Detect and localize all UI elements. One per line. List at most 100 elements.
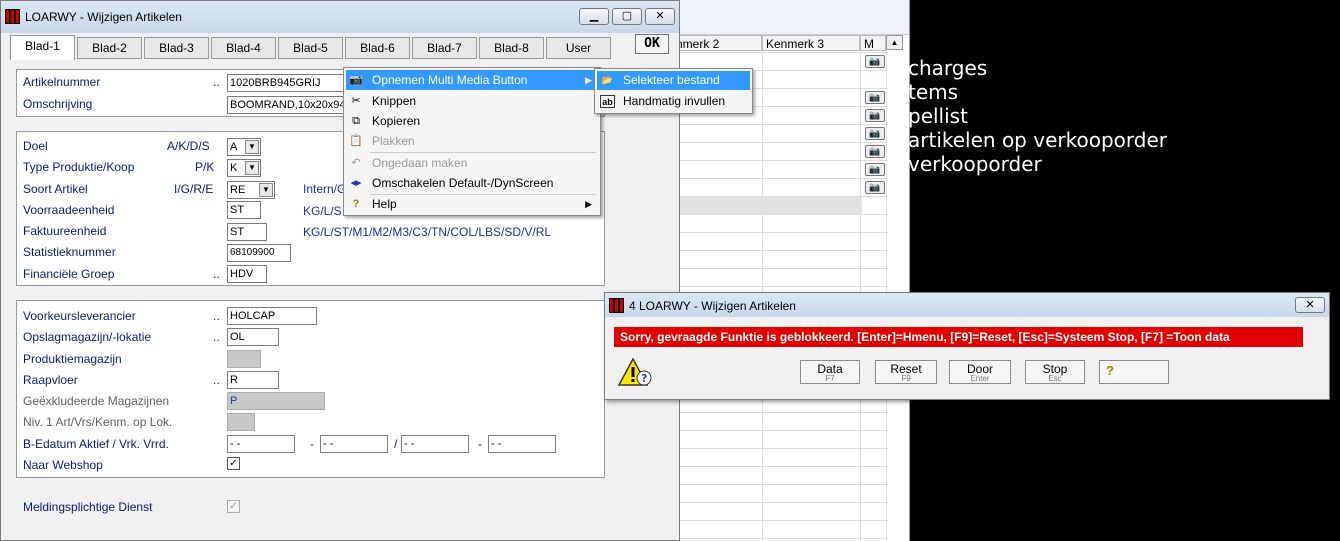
voorraad-label: Voorraadeenheid	[23, 203, 115, 217]
opslagmagazijn-field[interactable]: OL	[227, 328, 279, 346]
button-shortcut: F9	[901, 374, 911, 383]
column-header-kenmerk3[interactable]: Kenmerk 3	[762, 35, 860, 51]
statistiek-field[interactable]: 68109900	[227, 244, 291, 262]
geexcludeerde-label: Geëxkludeerde Magazijnen	[23, 394, 170, 408]
menu-item-kopieren[interactable]: ⧉ Kopieren	[346, 111, 598, 131]
menu-item-label: Knippen	[372, 94, 417, 108]
omschrijving-field[interactable]: BOOMRAND,10x20x94	[227, 96, 347, 114]
dialog-close-button[interactable]: ✕	[1295, 297, 1325, 313]
title-bar[interactable]: LOARWY - Wijzigen Artikelen ▁ ▢ ✕	[1, 1, 679, 33]
lookup-dots[interactable]: ..	[213, 330, 220, 344]
submenu-item-handmatig-invullen[interactable]: ab Handmatig invullen	[597, 92, 750, 111]
lookup-dots[interactable]: ..	[213, 309, 220, 323]
camera-icon[interactable]: 📷	[865, 109, 885, 122]
tab-user[interactable]: User	[546, 37, 611, 59]
submenu-item-selekteer-bestand[interactable]: 📂 Selekteer bestand	[597, 71, 750, 90]
camera-icon[interactable]: 📷	[865, 163, 885, 176]
menu-item-opnemen-multimedia[interactable]: 📷 Opnemen Multi Media Button ▶	[346, 70, 598, 90]
console-line: tems	[908, 80, 959, 104]
grid-row-line	[672, 412, 888, 413]
ok-button[interactable]: OK	[635, 34, 669, 54]
data-button[interactable]: Data F7	[800, 360, 860, 384]
paste-icon: 📋	[349, 135, 363, 147]
folder-icon: 📂	[601, 75, 614, 85]
soort-select[interactable]: RE ▼	[227, 181, 275, 199]
help-icon: ?	[1106, 363, 1114, 378]
bedatum-field-1[interactable]: - -	[227, 435, 295, 453]
omschrijving-label: Omschrijving	[23, 97, 93, 111]
menu-item-label: Kopieren	[372, 114, 421, 128]
webshop-label: Naar Webshop	[23, 458, 103, 472]
lookup-dots[interactable]: ..	[213, 267, 220, 281]
type-codes: P/K	[195, 160, 215, 174]
produktiemagazijn-field	[227, 350, 261, 368]
type-label: Type Produktie/Koop	[23, 160, 135, 174]
menu-item-help[interactable]: ? Help ▶	[346, 194, 598, 214]
minimize-button[interactable]: ▁	[579, 8, 609, 25]
scroll-up-arrow-icon[interactable]: ▲	[886, 35, 903, 50]
tab-blad-6[interactable]: Blad-6	[345, 37, 410, 59]
raapvloer-field[interactable]: R	[227, 371, 279, 389]
doel-select[interactable]: A ▼	[227, 138, 261, 156]
dialog-title-bar[interactable]: 4 LOARWY - Wijzigen Artikelen ✕	[605, 293, 1329, 317]
tab-blad-5[interactable]: Blad-5	[278, 37, 343, 59]
button-shortcut: Esc	[1048, 374, 1062, 383]
grid-highlighted-row[interactable]	[672, 197, 862, 215]
lookup-dots[interactable]: ..	[213, 373, 220, 387]
column-header-m[interactable]: M	[860, 35, 886, 51]
faktuur-field[interactable]: ST	[227, 223, 267, 241]
help-icon: ?	[352, 198, 360, 210]
reset-button[interactable]: Reset F9	[875, 360, 937, 384]
lookup-dots[interactable]: ..	[213, 75, 220, 89]
soort-value: RE	[230, 184, 246, 196]
grid-row-line	[672, 52, 888, 53]
voorraad-field[interactable]: ST	[227, 201, 261, 219]
bedatum-field-3[interactable]: - -	[401, 435, 469, 453]
stop-button[interactable]: Stop Esc	[1025, 360, 1085, 384]
financiele-groep-field[interactable]: HDV	[227, 265, 267, 283]
webshop-checkbox[interactable]: ✓	[227, 457, 240, 470]
camera-icon[interactable]: 📷	[865, 127, 885, 140]
help-button[interactable]: ?	[1099, 360, 1169, 384]
app-icon	[609, 298, 624, 313]
button-shortcut: F7	[825, 374, 835, 383]
menu-item-knippen[interactable]: ✂ Knippen	[346, 91, 598, 111]
menu-item-label: Opnemen Multi Media Button	[372, 73, 528, 87]
chevron-down-icon[interactable]: ▼	[259, 183, 273, 197]
type-select[interactable]: K ▼	[227, 159, 261, 177]
opslagmagazijn-label: Opslagmagazijn/-lokatie	[23, 330, 152, 344]
tab-blad-8[interactable]: Blad-8	[479, 37, 544, 59]
camera-icon[interactable]: 📷	[865, 145, 885, 158]
tab-blad-7[interactable]: Blad-7	[412, 37, 477, 59]
grid-row-line	[672, 466, 888, 467]
submenu-item-label: Selekteer bestand	[623, 73, 720, 87]
submenu-item-label: Handmatig invullen	[623, 94, 726, 108]
soort-codes: I/G/R/E	[174, 182, 214, 196]
svg-text:?: ?	[641, 372, 647, 385]
tab-blad-3[interactable]: Blad-3	[144, 37, 209, 59]
camera-icon[interactable]: 📷	[865, 55, 885, 68]
date-separator: -	[310, 437, 314, 451]
door-button[interactable]: Door Enter	[949, 360, 1011, 384]
chevron-down-icon[interactable]: ▼	[245, 140, 259, 154]
tab-blad-2[interactable]: Blad-2	[77, 37, 142, 59]
artikelnummer-field[interactable]: 1020BRB945GRIJ	[227, 74, 347, 92]
bedatum-label: B-Edatum Aktief / Vrk. Vrrd.	[23, 437, 169, 451]
menu-item-omschakelen[interactable]: ◂▸ Omschakelen Default-/DynScreen	[346, 173, 598, 193]
bedatum-field-4[interactable]: - -	[488, 435, 556, 453]
tab-blad-4[interactable]: Blad-4	[211, 37, 276, 59]
close-button[interactable]: ✕	[645, 8, 675, 25]
camera-icon[interactable]: 📷	[865, 181, 885, 194]
maximize-button[interactable]: ▢	[612, 8, 642, 25]
chevron-down-icon[interactable]: ▼	[245, 161, 259, 175]
bedatum-field-2[interactable]: - -	[320, 435, 388, 453]
dialog-title: 4 LOARWY - Wijzigen Artikelen	[629, 299, 796, 313]
camera-icon[interactable]: 📷	[865, 91, 885, 104]
column-header-kenmerk2[interactable]: nmerk 2	[672, 35, 762, 51]
voorkeursleverancier-field[interactable]: HOLCAP	[227, 307, 317, 325]
voorraad-hint: KG/L/S	[303, 204, 342, 218]
menu-item-label: Plakken	[372, 134, 415, 148]
doel-value: A	[230, 141, 238, 153]
doel-label: Doel	[23, 139, 48, 153]
tab-blad-1[interactable]: Blad-1	[10, 35, 75, 60]
